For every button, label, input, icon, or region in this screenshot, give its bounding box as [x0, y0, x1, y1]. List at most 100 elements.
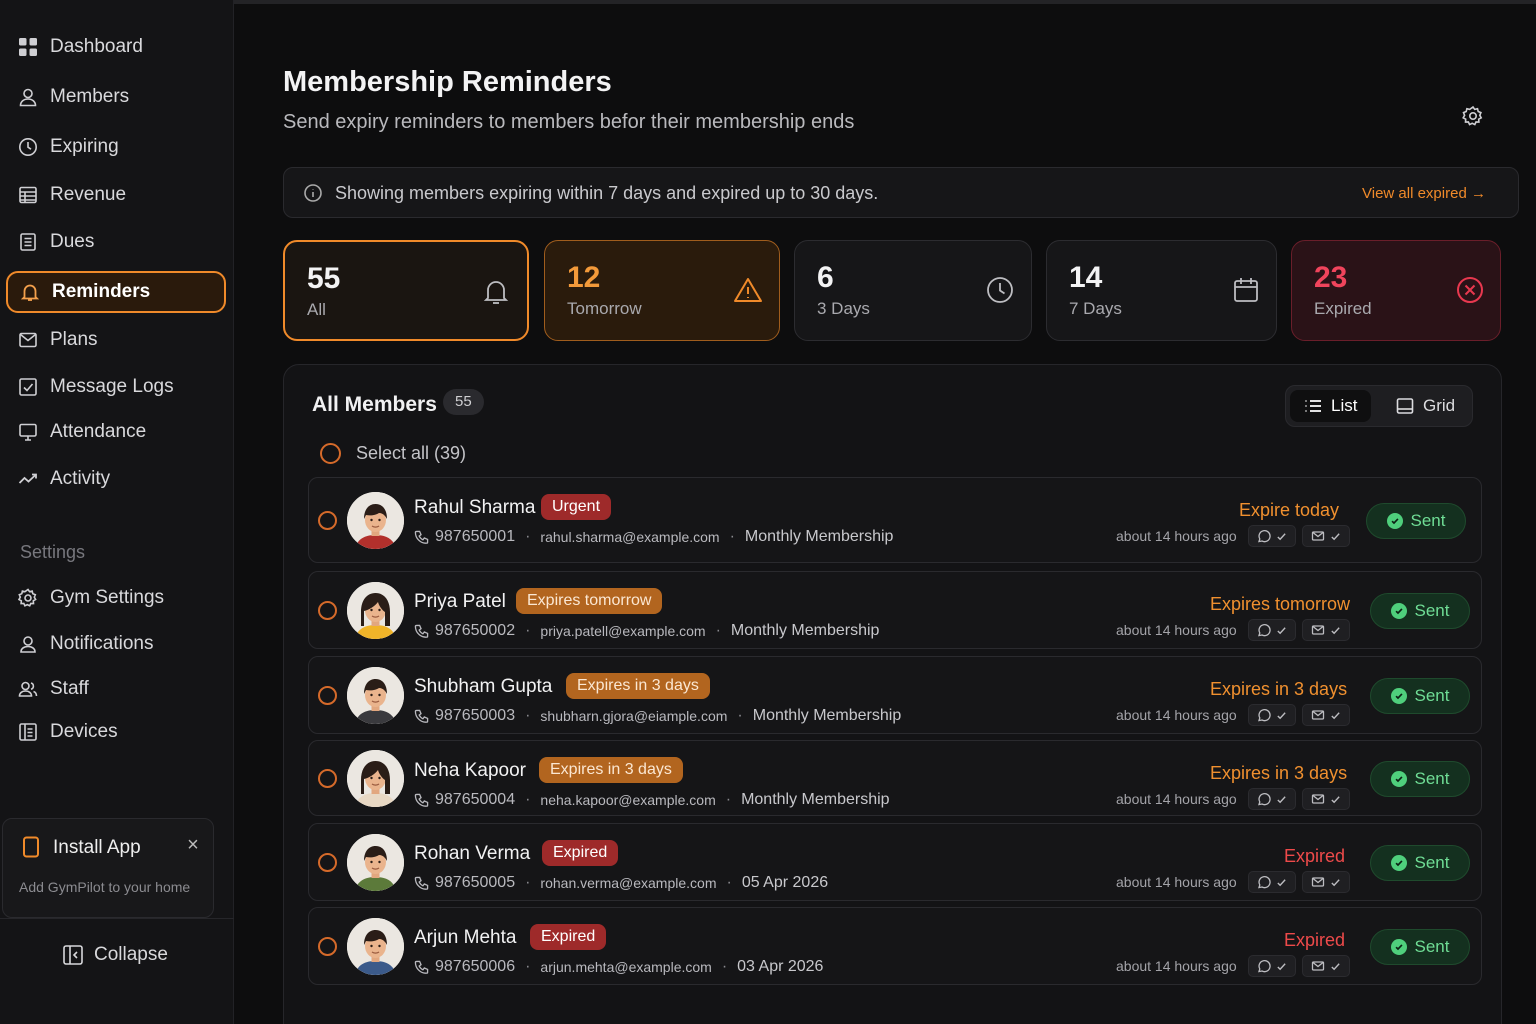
member-row[interactable]: Rahul Sharma Urgent 987650001 · rahul.sharma…	[308, 477, 1482, 563]
stat-label: 3 Days	[817, 299, 870, 318]
stat-card-expired[interactable]: 23 Expired	[1291, 240, 1501, 341]
status-badge: Expires tomorrow	[516, 588, 663, 614]
member-row[interactable]: Priya Patel Expires tomorrow 987650002 · pri…	[308, 571, 1482, 649]
collapse-button[interactable]: Collapse	[62, 944, 168, 966]
mail-icon	[1311, 961, 1325, 971]
sidebar-item-dashboard[interactable]: Dashboard	[6, 26, 226, 68]
sent-button[interactable]: Sent	[1370, 761, 1470, 797]
sidebar-item-notifications[interactable]: Notifications	[6, 623, 226, 665]
check-circle-icon	[1390, 939, 1407, 955]
member-plan: 05 Apr 2026	[741, 874, 829, 891]
member-name: Priya Patel	[414, 591, 506, 612]
row-select-radio[interactable]	[318, 686, 337, 705]
mail-icon	[19, 332, 37, 348]
member-row[interactable]: Arjun Mehta Expired 987650006 · arjun.mehta@…	[308, 907, 1482, 985]
check-icon	[1277, 532, 1286, 540]
view-all-expired-link[interactable]: View all expired →	[1362, 185, 1486, 202]
row-select-radio[interactable]	[318, 601, 337, 620]
sent-button[interactable]: Sent	[1370, 845, 1470, 881]
select-all-checkbox[interactable]: Select all (39)	[320, 443, 466, 464]
install-app-card[interactable]: Install App × Add GymPilot to your home	[2, 818, 214, 918]
member-email: rohan.verma@example.com	[540, 875, 717, 891]
sidebar-item-revenue[interactable]: Revenue	[6, 174, 226, 216]
sidebar-item-gym-settings[interactable]: Gym Settings	[6, 577, 226, 619]
mail-icon	[1311, 877, 1325, 887]
separator-dot: ·	[525, 958, 531, 975]
avatar	[347, 667, 404, 724]
member-count-badge: 55	[443, 389, 484, 415]
sidebar-item-plans[interactable]: Plans	[6, 319, 226, 361]
phone-icon	[414, 530, 429, 544]
whatsapp-icon	[1258, 959, 1271, 973]
stat-card-7-days[interactable]: 14 7 Days	[1046, 240, 1277, 341]
member-row[interactable]: Shubham Gupta Expires in 3 days 987650003 ·…	[308, 656, 1482, 734]
sidebar-item-staff[interactable]: Staff	[6, 668, 226, 710]
sidebar-item-label: Devices	[50, 721, 118, 742]
mail-icon	[1311, 531, 1325, 541]
warning-icon	[734, 278, 762, 302]
sent-button[interactable]: Sent	[1370, 593, 1470, 629]
sidebar-item-label: Revenue	[50, 184, 127, 205]
check-icon	[1277, 711, 1286, 719]
sidebar-item-activity[interactable]: Activity	[6, 458, 226, 500]
sent-time: about 14 hours ago	[1116, 874, 1237, 890]
sidebar-item-dues[interactable]: Dues	[6, 221, 226, 263]
status-badge: Urgent	[541, 494, 612, 520]
view-grid-button[interactable]: Grid	[1382, 390, 1469, 422]
check-icon	[1277, 962, 1286, 970]
check-circle-icon	[1390, 688, 1407, 704]
stat-card-3-days[interactable]: 6 3 Days	[794, 240, 1032, 341]
sidebar: Dashboard Members Expiring Revenue Dues …	[0, 0, 234, 1024]
stat-card-tomorrow[interactable]: 12 Tomorrow	[544, 240, 780, 341]
separator-dot: ·	[737, 707, 743, 724]
check-circle-icon	[1390, 603, 1407, 619]
sidebar-item-attendance[interactable]: Attendance	[6, 411, 226, 453]
member-email: arjun.mehta@example.com	[540, 959, 712, 975]
stat-value: 12	[567, 261, 601, 294]
check-icon	[1331, 795, 1340, 803]
gear-icon[interactable]	[1462, 105, 1484, 127]
devices-icon	[19, 723, 37, 741]
separator-dot: ·	[525, 622, 531, 639]
phone-icon	[414, 960, 429, 974]
sidebar-item-label: Notifications	[50, 633, 154, 654]
sent-button[interactable]: Sent	[1370, 929, 1470, 965]
member-phone: 987650002	[435, 622, 516, 639]
sent-button[interactable]: Sent	[1366, 503, 1466, 539]
row-select-radio[interactable]	[318, 769, 337, 788]
row-select-radio[interactable]	[318, 937, 337, 956]
row-select-radio[interactable]	[318, 511, 337, 530]
stat-card-all[interactable]: 55 All	[283, 240, 529, 341]
view-list-button[interactable]: List	[1290, 390, 1372, 422]
member-meta: 987650005 · rohan.verma@example.com · 05 Apr…	[414, 874, 828, 892]
sidebar-item-expiring[interactable]: Expiring	[6, 126, 226, 168]
user-badge-icon	[20, 636, 36, 653]
sidebar-item-message-logs[interactable]: Message Logs	[6, 366, 226, 408]
member-row[interactable]: Neha Kapoor Expires in 3 days 987650004 · ne…	[308, 740, 1482, 816]
expiry-status: Expired	[1284, 846, 1346, 866]
sidebar-item-devices[interactable]: Devices	[6, 711, 226, 753]
check-icon	[1331, 878, 1340, 886]
stat-label: Tomorrow	[567, 299, 642, 318]
email-delivery-chip	[1302, 955, 1350, 977]
member-row[interactable]: Rohan Verma Expired 987650005 · rohan.verma@…	[308, 823, 1482, 901]
sidebar-item-members[interactable]: Members	[6, 76, 226, 118]
sidebar-item-label: Expiring	[50, 136, 119, 157]
sidebar-item-reminders[interactable]: Reminders	[6, 271, 226, 313]
expiry-status: Expires in 3 days	[1210, 763, 1348, 783]
whatsapp-icon	[1258, 792, 1271, 806]
sent-button[interactable]: Sent	[1370, 678, 1470, 714]
email-delivery-chip	[1302, 704, 1350, 726]
whatsapp-icon	[1258, 623, 1271, 637]
member-phone: 987650001	[435, 528, 516, 545]
status-badge: Expired	[530, 924, 607, 950]
close-icon[interactable]: ×	[183, 835, 203, 855]
select-all-label: Select all (39)	[356, 443, 467, 463]
sent-label: Sent	[1414, 686, 1450, 705]
row-select-radio[interactable]	[318, 853, 337, 872]
select-all-radio[interactable]	[320, 443, 341, 464]
expiry-status: Expired	[1284, 930, 1346, 950]
view-grid-label: Grid	[1423, 396, 1456, 415]
stat-label: All	[307, 300, 326, 319]
collapse-icon	[63, 945, 83, 965]
